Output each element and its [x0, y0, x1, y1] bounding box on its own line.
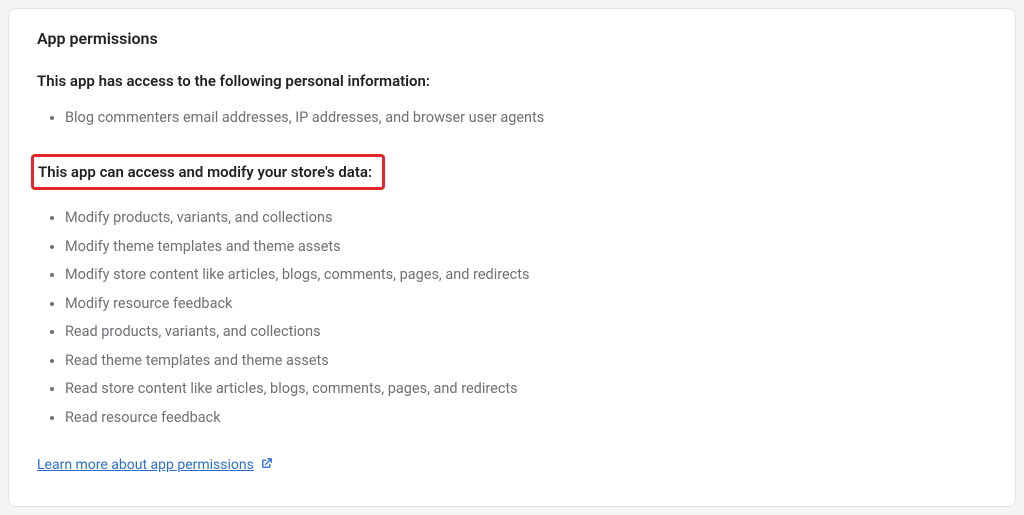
card-title: App permissions: [37, 29, 987, 48]
store-data-heading: This app can access and modify your stor…: [31, 154, 385, 190]
app-permissions-card: App permissions This app has access to t…: [8, 8, 1016, 507]
list-item: Modify products, variants, and collectio…: [65, 204, 987, 232]
list-item: Modify store content like articles, blog…: [65, 261, 987, 289]
learn-more-link[interactable]: Learn more about app permissions: [37, 456, 274, 474]
personal-info-heading: This app has access to the following per…: [37, 72, 987, 90]
list-item: Modify resource feedback: [65, 290, 987, 318]
external-link-icon: [260, 456, 274, 474]
list-item: Read products, variants, and collections: [65, 318, 987, 346]
list-item: Read resource feedback: [65, 404, 987, 432]
store-data-list: Modify products, variants, and collectio…: [37, 204, 987, 432]
store-data-heading-wrapper: This app can access and modify your stor…: [37, 154, 987, 190]
list-item: Modify theme templates and theme assets: [65, 233, 987, 261]
list-item: Blog commenters email addresses, IP addr…: [65, 104, 987, 132]
learn-more-label: Learn more about app permissions: [37, 457, 254, 473]
list-item: Read store content like articles, blogs,…: [65, 375, 987, 403]
list-item: Read theme templates and theme assets: [65, 347, 987, 375]
personal-info-list: Blog commenters email addresses, IP addr…: [37, 104, 987, 132]
